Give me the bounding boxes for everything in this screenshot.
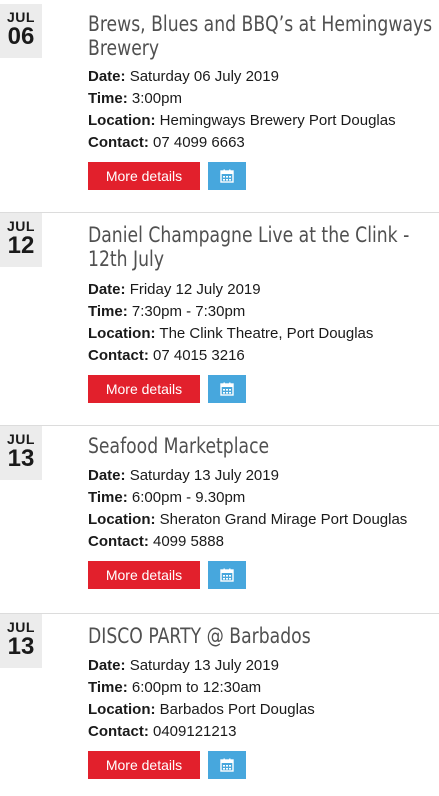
event-day: 12	[7, 232, 35, 259]
add-to-calendar-button[interactable]	[208, 375, 246, 403]
more-details-button[interactable]: More details	[88, 751, 200, 779]
more-details-button[interactable]: More details	[88, 162, 200, 190]
date-label: Date:	[88, 467, 126, 484]
add-to-calendar-button[interactable]	[208, 751, 246, 779]
date-label: Date:	[88, 657, 126, 674]
contact-value: 07 4099 6663	[153, 134, 245, 151]
time-label: Time:	[88, 489, 128, 506]
event-date-row: Date: Saturday 13 July 2019	[88, 465, 435, 487]
event-contact-row: Contact: 07 4099 6663	[88, 132, 435, 154]
date-value: Saturday 13 July 2019	[129, 467, 279, 484]
more-details-button[interactable]: More details	[88, 561, 200, 589]
contact-label: Contact:	[88, 723, 149, 740]
location-value: Hemingways Brewery Port Douglas	[159, 112, 396, 129]
event-time-row: Time: 3:00pm	[88, 88, 435, 110]
date-value: Saturday 06 July 2019	[129, 68, 279, 85]
event-date-badge: JUL 12	[0, 213, 42, 267]
event-contact-row: Contact: 07 4015 3216	[88, 345, 435, 367]
calendar-icon	[220, 758, 234, 772]
location-label: Location:	[88, 325, 156, 342]
event-title[interactable]: Brews, Blues and BBQ’s at Hemingways Bre…	[88, 12, 432, 60]
event-date-row: Date: Friday 12 July 2019	[88, 279, 435, 301]
event-day: 13	[7, 445, 35, 472]
event-date-row: Date: Saturday 13 July 2019	[88, 655, 435, 677]
add-to-calendar-button[interactable]	[208, 162, 246, 190]
event-date-badge: JUL 13	[0, 426, 42, 480]
contact-label: Contact:	[88, 347, 149, 364]
contact-label: Contact:	[88, 134, 149, 151]
event-time-row: Time: 6:00pm to 12:30am	[88, 677, 435, 699]
location-value: Barbados Port Douglas	[159, 701, 315, 718]
calendar-icon	[220, 382, 234, 396]
calendar-icon	[220, 169, 234, 183]
location-label: Location:	[88, 701, 156, 718]
event-time-row: Time: 7:30pm - 7:30pm	[88, 301, 435, 323]
event-item: JUL 13 Seafood Marketplace Date: Saturda…	[0, 426, 439, 614]
event-title[interactable]: DISCO PARTY @ Barbados	[88, 624, 432, 648]
event-date-row: Date: Saturday 06 July 2019	[88, 66, 435, 88]
contact-value: 0409121213	[153, 723, 237, 740]
event-title[interactable]: Daniel Champagne Live at the Clink - 12t…	[88, 223, 432, 271]
event-date-badge: JUL 13	[0, 614, 42, 668]
location-value: Sheraton Grand Mirage Port Douglas	[159, 511, 408, 528]
time-label: Time:	[88, 679, 128, 696]
event-day: 13	[7, 633, 35, 660]
event-title[interactable]: Seafood Marketplace	[88, 434, 432, 458]
event-item: JUL 06 Brews, Blues and BBQ’s at Hemingw…	[0, 0, 439, 213]
date-label: Date:	[88, 68, 126, 85]
event-item: JUL 12 Daniel Champagne Live at the Clin…	[0, 213, 439, 426]
contact-value: 4099 5888	[153, 533, 224, 550]
location-label: Location:	[88, 112, 156, 129]
date-value: Saturday 13 July 2019	[129, 657, 279, 674]
contact-label: Contact:	[88, 533, 149, 550]
event-contact-row: Contact: 4099 5888	[88, 531, 435, 553]
event-contact-row: Contact: 0409121213	[88, 721, 435, 743]
time-label: Time:	[88, 303, 128, 320]
event-time-row: Time: 6:00pm - 9.30pm	[88, 487, 435, 509]
time-value: 6:00pm to 12:30am	[131, 679, 262, 696]
event-day: 06	[7, 23, 35, 50]
event-location-row: Location: Sheraton Grand Mirage Port Dou…	[88, 509, 435, 531]
date-value: Friday 12 July 2019	[129, 281, 261, 298]
time-value: 7:30pm - 7:30pm	[131, 303, 246, 320]
event-location-row: Location: Hemingways Brewery Port Dougla…	[88, 110, 435, 132]
time-label: Time:	[88, 90, 128, 107]
date-label: Date:	[88, 281, 126, 298]
calendar-icon	[220, 568, 234, 582]
location-value: The Clink Theatre, Port Douglas	[159, 325, 374, 342]
contact-value: 07 4015 3216	[153, 347, 245, 364]
event-location-row: Location: The Clink Theatre, Port Dougla…	[88, 323, 435, 345]
more-details-button[interactable]: More details	[88, 375, 200, 403]
time-value: 6:00pm - 9.30pm	[131, 489, 246, 506]
time-value: 3:00pm	[131, 90, 182, 107]
add-to-calendar-button[interactable]	[208, 561, 246, 589]
event-location-row: Location: Barbados Port Douglas	[88, 699, 435, 721]
event-date-badge: JUL 06	[0, 4, 42, 58]
event-item: JUL 13 DISCO PARTY @ Barbados Date: Satu…	[0, 614, 439, 796]
location-label: Location:	[88, 511, 156, 528]
